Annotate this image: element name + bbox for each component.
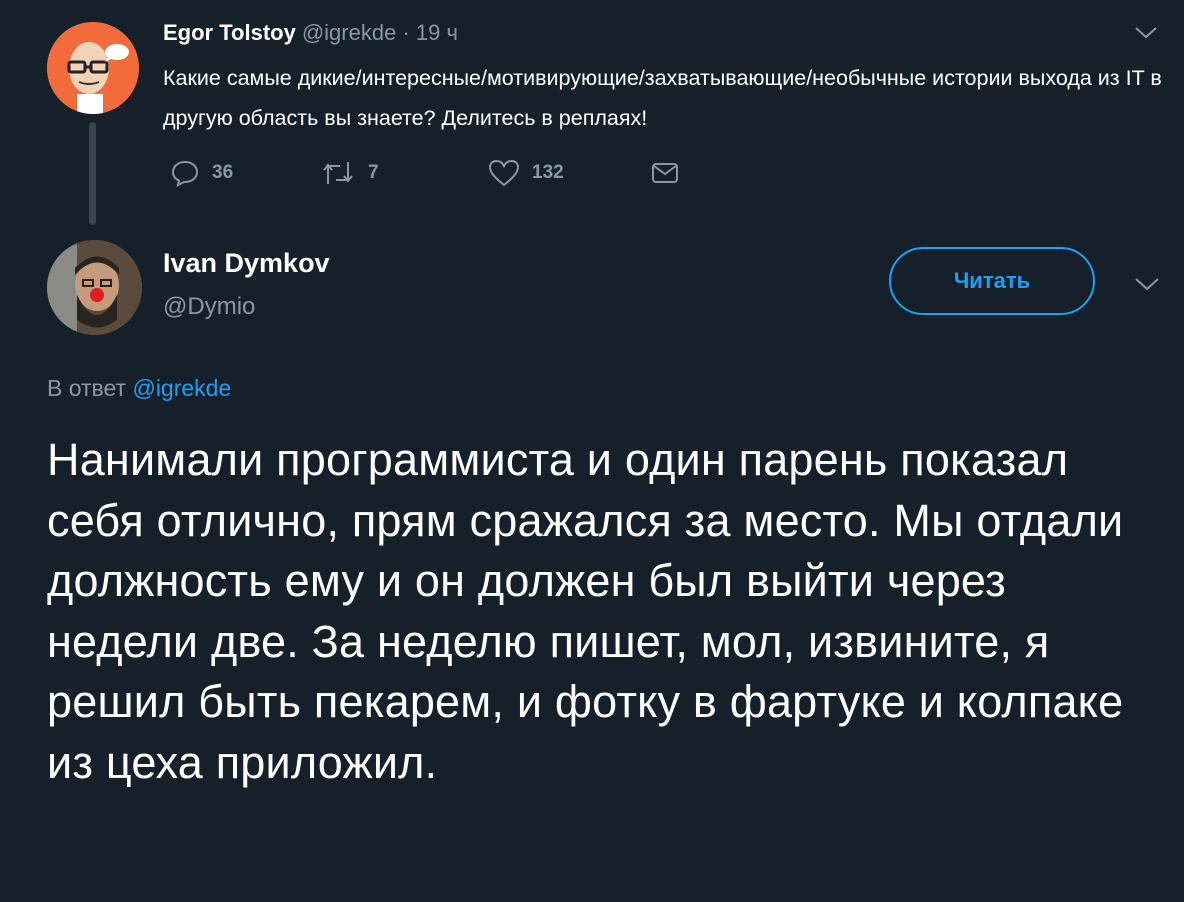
thread-line	[89, 122, 96, 225]
reply-author-name[interactable]: Ivan Dymkov	[163, 248, 330, 279]
envelope-icon	[652, 163, 678, 183]
reply-icon	[171, 160, 199, 187]
parent-tweet-text: Какие самые дикие/интересные/мотивирующи…	[163, 66, 1162, 130]
reply-to-line: В ответ @igrekde	[47, 375, 231, 402]
follow-button[interactable]: Читать	[889, 247, 1095, 315]
reply-action[interactable]: 36	[170, 158, 233, 188]
parent-avatar[interactable]	[47, 22, 139, 114]
reply-tweet-text: Нанимали программиста и один парень пока…	[47, 434, 1124, 788]
retweet-count: 7	[368, 162, 379, 183]
reply-avatar[interactable]	[47, 240, 142, 335]
reply-to-handle-link[interactable]: @igrekde	[132, 375, 231, 401]
like-action[interactable]: 132	[488, 158, 564, 188]
parent-header: Egor Tolstoy @igrekde · 19 ч	[163, 20, 458, 46]
message-action[interactable]	[650, 158, 680, 188]
like-count: 132	[532, 162, 564, 183]
heart-icon	[488, 159, 520, 187]
reply-to-prefix: В ответ	[47, 375, 127, 401]
parent-meta: @igrekde · 19 ч	[301, 20, 458, 45]
reply-count: 36	[212, 162, 234, 183]
reply-author-handle[interactable]: @Dymio	[163, 293, 255, 321]
chevron-down-icon[interactable]	[1133, 20, 1159, 46]
parent-author-name[interactable]: Egor Tolstoy	[163, 20, 296, 45]
chevron-down-icon[interactable]	[1133, 270, 1161, 298]
avatar-illustration	[47, 22, 139, 114]
avatar-photo	[47, 240, 142, 335]
retweet-action[interactable]: 7	[320, 158, 379, 188]
retweet-icon	[323, 162, 353, 184]
